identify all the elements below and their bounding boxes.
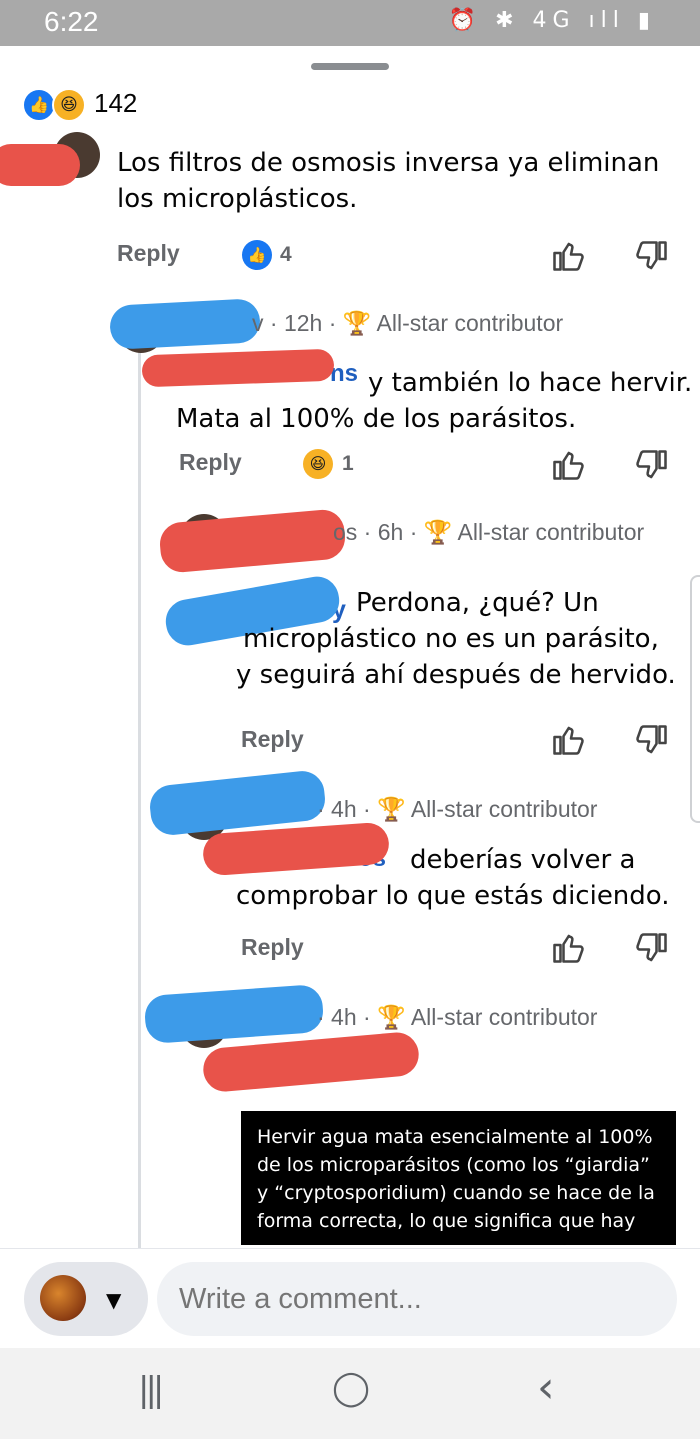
comment-input[interactable]: [157, 1262, 677, 1336]
system-nav-bar: ||| ◯ ‹: [0, 1348, 700, 1439]
status-icons: ⏰ ✱ 4G ıll ▮: [448, 8, 656, 33]
trophy-icon: 🏆: [423, 519, 453, 545]
trophy-icon: 🏆: [342, 310, 372, 336]
redaction-scribble: [108, 298, 262, 350]
scrollbar[interactable]: [690, 575, 700, 823]
downvote-icon[interactable]: [634, 238, 670, 274]
redaction-scribble: [158, 508, 347, 574]
comment-text-line: deberías volver a: [410, 845, 636, 875]
downvote-icon[interactable]: [634, 930, 670, 966]
badge-label: All-star contributor: [376, 310, 564, 336]
home-icon[interactable]: ◯: [332, 1368, 370, 1408]
redaction-scribble: [143, 983, 325, 1045]
back-icon[interactable]: ‹: [537, 1362, 555, 1413]
caret-down-icon: ▼: [106, 1288, 122, 1312]
comment-text: Los filtros de osmosis inversa ya elimin…: [117, 148, 660, 214]
haha-icon: 😆: [303, 449, 333, 479]
caption-overlay: Hervir agua mata esencialmente al 100% d…: [241, 1111, 676, 1245]
status-bar: 6:22 ⏰ ✱ 4G ıll ▮: [0, 0, 700, 46]
commenter-name[interactable]: ns: [330, 360, 358, 388]
reactions-count: 142: [94, 88, 138, 118]
status-time: 6:22: [44, 6, 99, 37]
reply-button[interactable]: Reply: [179, 449, 242, 476]
reaction-count: 4: [280, 243, 292, 266]
sheet-drag-handle[interactable]: [311, 63, 389, 70]
comment-meta: v · 12h · 🏆 All-star contributor: [252, 310, 564, 336]
upvote-icon[interactable]: [550, 930, 586, 966]
trophy-icon: 🏆: [377, 796, 406, 822]
comment-text-line: Mata al 100% de los parásitos.: [176, 404, 577, 434]
reply-button[interactable]: Reply: [117, 240, 180, 267]
downvote-icon[interactable]: [634, 722, 670, 758]
upvote-icon[interactable]: [550, 722, 586, 758]
badge-label: All-star contributor: [410, 796, 598, 822]
reply-button[interactable]: Reply: [241, 726, 304, 753]
badge-label: All-star contributor: [457, 519, 645, 545]
reaction-count: 1: [342, 452, 354, 475]
upvote-icon[interactable]: [550, 447, 586, 483]
comment-text-line: y también lo hace hervir.: [368, 368, 693, 398]
trophy-icon: 🏆: [377, 1004, 406, 1030]
comment-text-line: microplástico no es un parásito,: [243, 624, 659, 654]
my-avatar: [40, 1275, 86, 1321]
comment-meta: · 4h · 🏆 All-star contributor: [317, 796, 598, 822]
comment-text-line: y seguirá ahí después de hervido.: [236, 660, 676, 690]
comment-meta: · 4h · 🏆 All-star contributor: [317, 1004, 598, 1030]
downvote-icon[interactable]: [634, 447, 670, 483]
badge-label: All-star contributor: [410, 1004, 598, 1030]
upvote-icon[interactable]: [550, 238, 586, 274]
comment-text-line: comprobar lo que estás diciendo.: [236, 881, 670, 911]
reply-button[interactable]: Reply: [241, 934, 304, 961]
recents-icon[interactable]: |||: [138, 1370, 164, 1410]
like-icon: 👍: [242, 240, 272, 270]
redaction-scribble: [201, 1030, 421, 1094]
redaction-scribble: [141, 348, 335, 388]
comment-meta: os · 6h · 🏆 All-star contributor: [333, 519, 645, 545]
haha-icon: 😆: [52, 88, 86, 122]
redaction-scribble: [0, 144, 80, 186]
like-icon: 👍: [22, 88, 56, 122]
comment-text-line: Perdona, ¿qué? Un: [356, 588, 599, 618]
thread-line: [138, 350, 141, 1248]
